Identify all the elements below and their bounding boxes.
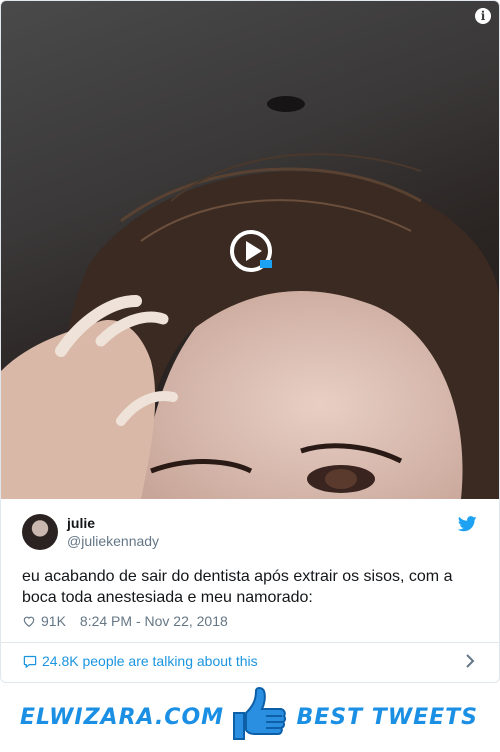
chevron-right-icon[interactable] [465, 654, 475, 668]
author-names: julie @juliekennady [67, 515, 159, 550]
site-footer-banner: ELWIZARA.COM BEST TWEETS [0, 683, 500, 752]
tweet-author[interactable]: julie @juliekennady [22, 514, 159, 550]
play-icon [246, 241, 262, 261]
user-handle[interactable]: @juliekennady [67, 532, 159, 550]
video-badge [260, 260, 272, 268]
like-count[interactable]: 91K [41, 613, 66, 629]
play-button[interactable] [230, 230, 272, 272]
speech-bubble-icon [23, 655, 37, 668]
best-tweets-label: BEST TWEETS [296, 705, 478, 730]
thumbs-up-icon [233, 687, 287, 740]
divider [1, 642, 499, 643]
talking-about-link[interactable]: 24.8K people are talking about this [22, 653, 258, 669]
tweet-text: eu acabando de sair do dentista após ext… [22, 568, 453, 606]
avatar[interactable] [22, 514, 58, 550]
tweet-timestamp[interactable]: 8:24 PM - Nov 22, 2018 [80, 613, 228, 629]
twitter-bird-icon[interactable] [458, 516, 477, 532]
info-icon[interactable]: i [475, 8, 491, 24]
tweet-meta: 91K 8:24 PM - Nov 22, 2018 [22, 613, 228, 629]
display-name[interactable]: julie [67, 515, 159, 532]
site-brand[interactable]: ELWIZARA.COM [20, 705, 224, 730]
embedded-tweet-card: i julie @juliekennady eu acabando de sai… [0, 0, 500, 683]
tweet-video[interactable]: i [1, 1, 499, 499]
heart-icon[interactable] [22, 614, 36, 628]
talking-about-text: 24.8K people are talking about this [42, 653, 258, 669]
